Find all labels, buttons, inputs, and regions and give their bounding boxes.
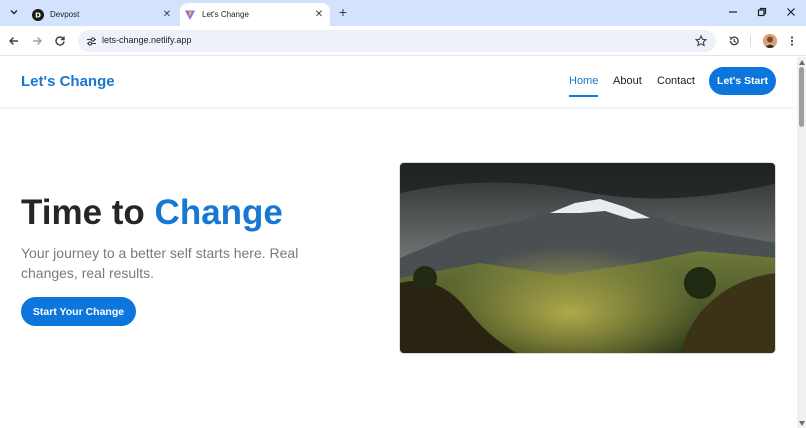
lets-start-button[interactable]: Let's Start (709, 67, 776, 95)
start-your-change-button[interactable]: Start Your Change (21, 297, 136, 326)
minimize-icon (729, 11, 737, 13)
hero-title-accent: Change (154, 193, 283, 232)
url-text[interactable]: lets-change.netlify.app (102, 35, 191, 45)
nav-contact-link[interactable]: Contact (657, 75, 695, 87)
page-scrollbar[interactable] (797, 57, 806, 428)
scroll-down-icon[interactable] (798, 420, 805, 426)
bookmark-star-icon[interactable] (694, 33, 708, 49)
back-button[interactable] (6, 33, 22, 49)
toolbar-divider (750, 35, 751, 47)
restore-button[interactable] (755, 5, 769, 19)
hero-title-prefix: Time to (21, 193, 155, 232)
address-bar[interactable]: lets-change.netlify.app (78, 30, 716, 52)
nav-home-link[interactable]: Home (569, 75, 599, 97)
user-avatar-icon (763, 34, 777, 48)
forward-button[interactable] (29, 33, 45, 49)
restore-icon (757, 7, 767, 17)
tab-strip: D Devpost ✕ Let's Change ✕ + (0, 0, 806, 26)
mountain-landscape-image (399, 162, 776, 354)
close-tab-icon[interactable]: ✕ (160, 8, 174, 22)
tab-search-button[interactable] (6, 4, 22, 20)
hero-title: Time to Change (21, 193, 283, 233)
devpost-logo-icon: D (32, 8, 44, 21)
svg-text:D: D (35, 11, 41, 19)
scroll-up-icon[interactable] (798, 59, 805, 65)
close-tab-icon[interactable]: ✕ (312, 8, 326, 22)
site-navbar: Let's Change Home About Contact Let's St… (0, 57, 797, 107)
more-vertical-icon (790, 36, 794, 46)
history-icon (729, 36, 739, 46)
arrow-right-icon (33, 37, 42, 45)
hero-subtitle: Your journey to a better self starts her… (21, 245, 299, 281)
scrollbar-thumb[interactable] (799, 67, 804, 127)
history-button[interactable] (726, 33, 742, 49)
vite-logo-icon (184, 9, 196, 21)
close-window-button[interactable] (784, 5, 798, 19)
nav-about-link[interactable]: About (613, 75, 642, 87)
chrome-menu-button[interactable] (784, 33, 800, 49)
site-brand[interactable]: Let's Change (21, 73, 115, 90)
new-tab-button[interactable]: + (336, 5, 350, 19)
tab-lets-change[interactable]: Let's Change ✕ (180, 3, 330, 26)
web-page: Let's Change Home About Contact Let's St… (0, 57, 797, 428)
reload-button[interactable] (52, 33, 68, 49)
chevron-down-icon (10, 10, 18, 15)
tab-title: Devpost (50, 10, 80, 19)
browser-toolbar: lets-change.netlify.app (0, 26, 806, 56)
profile-avatar[interactable] (763, 34, 777, 48)
tab-devpost[interactable]: D Devpost ✕ (28, 3, 178, 26)
minimize-button[interactable] (726, 5, 740, 19)
arrow-left-icon (9, 37, 18, 45)
reload-icon (55, 36, 65, 46)
site-settings-icon[interactable] (84, 34, 98, 48)
close-icon (787, 8, 795, 16)
tab-title: Let's Change (202, 10, 249, 19)
